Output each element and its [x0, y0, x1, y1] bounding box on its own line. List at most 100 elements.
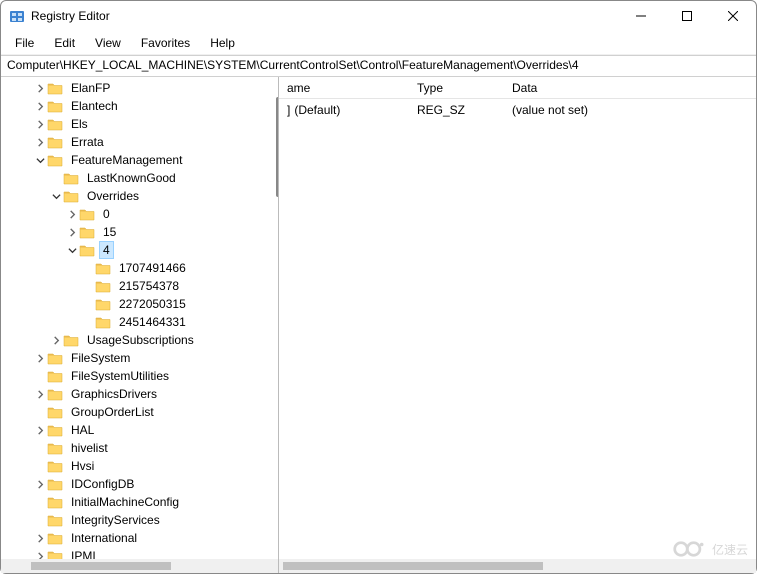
value-row[interactable]: ] (Default) REG_SZ (value not set)	[279, 99, 756, 121]
tree-item-k15[interactable]: 15	[17, 223, 278, 241]
chevron-right-icon[interactable]	[33, 351, 47, 365]
folder-icon	[47, 531, 63, 545]
chevron-right-icon[interactable]	[33, 135, 47, 149]
tree-label: ElanFP	[67, 79, 114, 97]
tree-item-hvsi[interactable]: Hvsi	[17, 457, 278, 475]
folder-icon	[47, 153, 63, 167]
window-title: Registry Editor	[31, 9, 618, 23]
tree-pane: ElanFPElantechElsErrataFeatureManagement…	[1, 77, 279, 573]
chevron-down-icon[interactable]	[65, 243, 79, 257]
tree-label: Els	[67, 115, 92, 133]
tree-item-hal[interactable]: HAL	[17, 421, 278, 439]
tree-label: Hvsi	[67, 457, 98, 475]
tree-label: InitialMachineConfig	[67, 493, 183, 511]
folder-icon	[79, 225, 95, 239]
tree-item-hivelist[interactable]: hivelist	[17, 439, 278, 457]
tree-item-overrides[interactable]: Overrides	[17, 187, 278, 205]
menu-help[interactable]: Help	[202, 34, 243, 52]
tree-item-featuremgmt[interactable]: FeatureManagement	[17, 151, 278, 169]
tree-item-elantech[interactable]: Elantech	[17, 97, 278, 115]
window-controls	[618, 1, 756, 31]
menu-favorites[interactable]: Favorites	[133, 34, 198, 52]
chevron-none	[33, 441, 47, 455]
folder-icon	[47, 441, 63, 455]
tree-label: Elantech	[67, 97, 122, 115]
chevron-right-icon[interactable]	[33, 81, 47, 95]
tree-item-errata[interactable]: Errata	[17, 133, 278, 151]
tree-item-grouporder[interactable]: GroupOrderList	[17, 403, 278, 421]
tree-horizontal-scrollbar[interactable]	[1, 559, 278, 573]
tree-label: UsageSubscriptions	[83, 331, 198, 349]
tree-item-filesystem[interactable]: FileSystem	[17, 349, 278, 367]
tree-label: GraphicsDrivers	[67, 385, 161, 403]
chevron-none	[33, 513, 47, 527]
folder-icon	[63, 171, 79, 185]
value-name-clip: ]	[287, 103, 290, 117]
chevron-right-icon[interactable]	[33, 99, 47, 113]
chevron-right-icon[interactable]	[33, 477, 47, 491]
tree-item-integrity[interactable]: IntegrityServices	[17, 511, 278, 529]
tree-label: IDConfigDB	[67, 475, 138, 493]
regedit-app-icon	[9, 8, 25, 24]
menubar: File Edit View Favorites Help	[1, 31, 756, 55]
menu-view[interactable]: View	[87, 34, 129, 52]
chevron-right-icon[interactable]	[33, 117, 47, 131]
tree-item-idconfig[interactable]: IDConfigDB	[17, 475, 278, 493]
folder-icon	[47, 117, 63, 131]
tree-item-initmachine[interactable]: InitialMachineConfig	[17, 493, 278, 511]
tree-item-fsutil[interactable]: FileSystemUtilities	[17, 367, 278, 385]
chevron-down-icon[interactable]	[49, 189, 63, 203]
chevron-right-icon[interactable]	[65, 207, 79, 221]
close-button[interactable]	[710, 1, 756, 31]
tree-item-sub2[interactable]: 215754378	[17, 277, 278, 295]
address-bar[interactable]: Computer\HKEY_LOCAL_MACHINE\SYSTEM\Curre…	[1, 55, 756, 77]
chevron-none	[33, 369, 47, 383]
column-header-data[interactable]: Data	[504, 77, 756, 99]
tree-item-lastknowngood[interactable]: LastKnownGood	[17, 169, 278, 187]
chevron-none	[81, 261, 95, 275]
chevron-none	[33, 405, 47, 419]
tree-label: 15	[99, 223, 120, 241]
tree-item-sub3[interactable]: 2272050315	[17, 295, 278, 313]
tree-item-sub1[interactable]: 1707491466	[17, 259, 278, 277]
tree-item-usagesubs[interactable]: UsageSubscriptions	[17, 331, 278, 349]
tree-item-graphics[interactable]: GraphicsDrivers	[17, 385, 278, 403]
chevron-right-icon[interactable]	[33, 387, 47, 401]
tree-item-elanfp[interactable]: ElanFP	[17, 79, 278, 97]
column-header-type[interactable]: Type	[409, 77, 504, 99]
folder-icon	[47, 513, 63, 527]
tree-item-sub4[interactable]: 2451464331	[17, 313, 278, 331]
folder-icon	[95, 297, 111, 311]
folder-icon	[47, 135, 63, 149]
folder-icon	[47, 405, 63, 419]
tree-item-k4[interactable]: 4	[17, 241, 278, 259]
tree-label: GroupOrderList	[67, 403, 158, 421]
maximize-button[interactable]	[664, 1, 710, 31]
values-horizontal-scrollbar[interactable]	[279, 559, 756, 573]
chevron-right-icon[interactable]	[49, 333, 63, 347]
value-name-cell: ] (Default)	[279, 101, 409, 119]
folder-icon	[63, 189, 79, 203]
chevron-none	[33, 459, 47, 473]
value-data-cell: (value not set)	[504, 101, 756, 119]
tree-item-intl[interactable]: International	[17, 529, 278, 547]
tree-label: International	[67, 529, 141, 547]
folder-icon	[47, 99, 63, 113]
column-header-name[interactable]: ame	[279, 77, 409, 99]
folder-icon	[47, 369, 63, 383]
folder-icon	[79, 243, 95, 257]
folder-icon	[95, 261, 111, 275]
tree-item-els[interactable]: Els	[17, 115, 278, 133]
tree-label: FeatureManagement	[67, 151, 186, 169]
minimize-button[interactable]	[618, 1, 664, 31]
chevron-right-icon[interactable]	[65, 225, 79, 239]
folder-icon	[47, 423, 63, 437]
chevron-down-icon[interactable]	[33, 153, 47, 167]
tree-label: 2451464331	[115, 313, 190, 331]
folder-icon	[95, 315, 111, 329]
tree-item-k0[interactable]: 0	[17, 205, 278, 223]
menu-file[interactable]: File	[7, 34, 42, 52]
menu-edit[interactable]: Edit	[46, 34, 83, 52]
chevron-right-icon[interactable]	[33, 531, 47, 545]
chevron-right-icon[interactable]	[33, 423, 47, 437]
